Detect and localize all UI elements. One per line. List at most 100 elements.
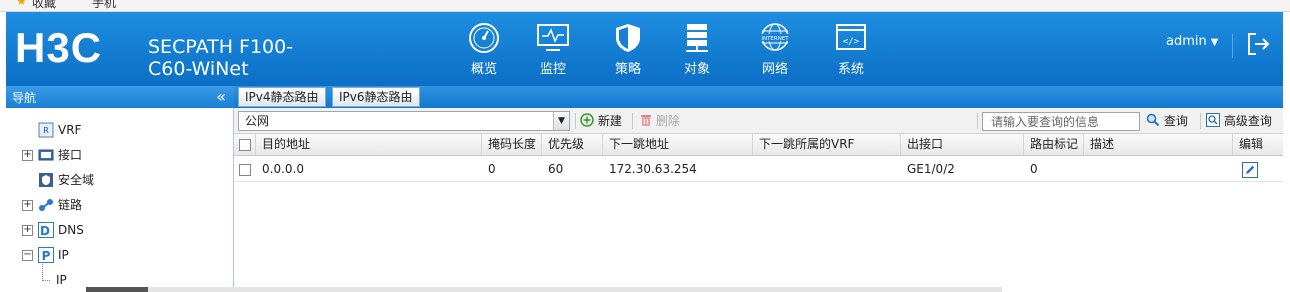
nav-network[interactable]: INTERNET 网络 (745, 22, 805, 77)
horizontal-scrollbar[interactable] (86, 287, 1002, 292)
nav-policy[interactable]: 策略 (598, 22, 658, 77)
advanced-query-label: 高级查询 (1223, 114, 1272, 128)
product-name-line1: SECPATH F100- (148, 36, 294, 58)
username: admin (1166, 34, 1207, 49)
expand-icon[interactable]: + (22, 150, 33, 161)
select-all-checkbox[interactable] (239, 139, 251, 151)
tree-item-label: 安全域 (58, 173, 95, 187)
nav-monitor-label: 监控 (539, 62, 566, 77)
code-window-icon-text: </> (843, 37, 860, 47)
chevron-down-icon: ▼ (1210, 37, 1219, 48)
h3c-logo: H3C (15, 24, 103, 71)
globe-icon-text: INTERNET (761, 36, 789, 42)
col-mask-length[interactable]: 掩码长度 (482, 134, 542, 155)
tab-ipv4-static-route[interactable]: IPv4静态路由 (238, 87, 326, 107)
select-all-cell (234, 134, 256, 155)
nav-tree: R VRF + 接口 安全域 + 链路 + D DNS − P IP IP (6, 108, 234, 292)
advanced-query-button[interactable]: 高级查询 (1206, 112, 1272, 130)
globe-icon: INTERNET (761, 23, 789, 51)
cell-out-interface: GE1/0/2 (907, 162, 955, 176)
security-zone-icon (39, 173, 53, 187)
bookmark-star-icon: ★ (16, 0, 27, 8)
search-icon (1146, 113, 1160, 127)
tab-ipv6-static-route[interactable]: IPv6静态路由 (332, 87, 420, 107)
tree-item-label: 接口 (58, 148, 83, 162)
scrollbar-thumb[interactable] (86, 287, 148, 292)
chevron-down-icon[interactable]: ▼ (553, 112, 569, 130)
bookmark-mobile[interactable]: 手机 (92, 0, 116, 11)
col-route-tag[interactable]: 路由标记 (1024, 134, 1084, 155)
tree-item-label: DNS (58, 223, 84, 237)
cell-description (1084, 157, 1233, 181)
vrf-icon: R (38, 122, 54, 138)
table-header: 目的地址 掩码长度 优先级 下一跳地址 下一跳所属的VRF 出接口 路由标记 描… (234, 134, 1283, 156)
monitor-icon (537, 24, 569, 51)
expand-icon[interactable]: + (22, 225, 33, 236)
col-edit: 编辑 (1239, 137, 1264, 151)
user-menu[interactable]: admin ▼ (1166, 34, 1218, 49)
col-next-hop[interactable]: 下一跳地址 (603, 134, 753, 155)
row-checkbox-cell (234, 157, 256, 181)
new-button-label: 新建 (597, 114, 622, 128)
nav-network-label: 网络 (761, 62, 788, 77)
row-checkbox[interactable] (239, 164, 251, 176)
nav-object[interactable]: 对象 (667, 22, 727, 77)
link-icon (39, 199, 53, 211)
tree-item-label: VRF (58, 123, 82, 137)
svg-text:R: R (43, 126, 49, 135)
tree-item-vrf[interactable]: R VRF (22, 120, 202, 140)
vrf-select[interactable]: 公网 ▼ (238, 111, 570, 131)
tab-strip: IPv4静态路由 IPv6静态路由 (234, 86, 1283, 108)
top-header: H3C SECPATH F100- C60-WiNet 概览 监控 策略 对象 … (6, 12, 1283, 86)
cell-next-hop-vrf (753, 157, 901, 181)
nav-object-label: 对象 (683, 62, 710, 77)
svg-text:P: P (42, 249, 51, 263)
tree-connector (42, 264, 43, 281)
tree-item-security-zone[interactable]: 安全域 (22, 170, 202, 190)
delete-button-label: 删除 (655, 114, 680, 128)
add-icon (580, 113, 594, 127)
product-name: SECPATH F100- C60-WiNet (148, 36, 293, 80)
nav-system[interactable]: </> 系统 (821, 22, 881, 77)
bookmarks-bar: ★ 收藏 手机 (0, 0, 1290, 12)
toolbar-divider (632, 113, 633, 129)
new-button[interactable]: 新建 (580, 112, 622, 130)
query-button[interactable]: 查询 (1146, 112, 1188, 130)
table-row[interactable]: 0.0.0.0 0 60 172.30.63.254 GE1/0/2 0 (234, 157, 1283, 182)
bookmark-favorites[interactable]: 收藏 (32, 0, 56, 11)
dns-icon: D (38, 222, 54, 238)
ip-icon: P (38, 247, 54, 263)
tree-connector (42, 280, 50, 281)
cell-next-hop: 172.30.63.254 (609, 162, 697, 176)
tree-item-dns[interactable]: + D DNS (22, 220, 202, 240)
col-priority[interactable]: 优先级 (542, 134, 603, 155)
col-out-interface[interactable]: 出接口 (901, 134, 1024, 155)
code-window-icon: </> (836, 24, 866, 50)
expand-icon[interactable]: + (22, 200, 33, 211)
collapse-node-icon[interactable]: − (22, 250, 33, 261)
gauge-icon (469, 23, 499, 53)
query-button-label: 查询 (1163, 114, 1188, 128)
cell-mask-length: 0 (488, 162, 496, 176)
logout-icon[interactable] (1244, 30, 1272, 58)
col-next-hop-vrf[interactable]: 下一跳所属的VRF (753, 134, 901, 155)
nav-overview[interactable]: 概览 (454, 22, 514, 77)
svg-text:D: D (40, 224, 50, 238)
nav-monitor[interactable]: 监控 (523, 22, 583, 77)
search-input[interactable] (982, 112, 1140, 131)
delete-button[interactable]: 删除 (640, 112, 680, 130)
tree-item-link[interactable]: + 链路 (22, 195, 202, 215)
tree-item-ip[interactable]: − P IP (22, 245, 202, 265)
edit-icon[interactable] (1242, 162, 1258, 178)
product-name-line2: C60-WiNet (148, 58, 249, 80)
static-route-table: 目的地址 掩码长度 优先级 下一跳地址 下一跳所属的VRF 出接口 路由标记 描… (234, 134, 1283, 292)
cell-priority: 60 (548, 162, 564, 176)
nav-policy-label: 策略 (614, 62, 641, 77)
col-description[interactable]: 描述 (1084, 134, 1233, 155)
collapse-icon[interactable]: « (216, 87, 226, 106)
tree-item-interface[interactable]: + 接口 (22, 145, 202, 165)
header-divider (1232, 34, 1233, 58)
tree-item-label: IP (58, 248, 69, 262)
col-destination[interactable]: 目的地址 (256, 134, 482, 155)
toolbar: 公网 ▼ 新建 删除 查询 高级查 (234, 108, 1283, 134)
